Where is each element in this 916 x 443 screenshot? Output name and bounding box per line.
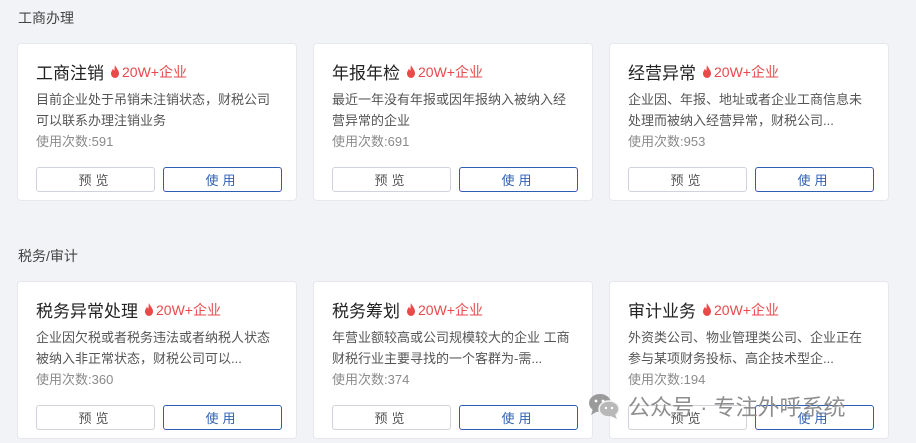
section-title-business: 工商办理: [18, 10, 74, 26]
use-button[interactable]: 使用: [163, 405, 282, 430]
card-description: 企业因欠税或者税务违法或者纳税人状态被纳入非正常状态，财税公司可以...: [36, 330, 271, 366]
wechat-icon: [589, 394, 620, 419]
card-tax-planning: 税务筹划 20W+企业 年营业额较高或公司规模较大的企业 工商财税行业主要寻找的…: [313, 281, 593, 439]
card-description: 年营业额较高或公司规模较大的企业 工商财税行业主要寻找的一个客群为-需...: [332, 330, 570, 366]
use-button[interactable]: 使用: [459, 405, 578, 430]
card-description: 企业因、年报、地址或者企业工商信息未处理而被纳入经营异常，财税公司...: [628, 92, 863, 128]
card-title: 年报年检: [332, 64, 400, 83]
card-header: 税务异常处理 20W+企业: [36, 297, 221, 322]
preview-button[interactable]: 预览: [332, 405, 451, 430]
watermark-text: 公众号 · 专注外呼系统: [628, 395, 846, 420]
card-header: 税务筹划 20W+企业: [332, 297, 483, 322]
hot-label: 20W+企业: [122, 63, 187, 80]
card-title: 税务筹划: [332, 302, 400, 321]
card-header: 审计业务 20W+企业: [628, 297, 779, 322]
hot-badge: 20W+企业: [110, 62, 187, 82]
preview-button[interactable]: 预览: [332, 167, 451, 192]
flame-icon: [703, 65, 711, 78]
card-title: 经营异常: [628, 64, 696, 83]
hot-badge: 20W+企业: [702, 300, 779, 320]
flame-icon: [407, 303, 415, 316]
section-title-tax-audit: 税务/审计: [18, 248, 78, 264]
card-business-cancellation: 工商注销 20W+企业 目前企业处于吊销未注销状态，财税公司可以联系办理注销业务…: [17, 43, 297, 201]
watermark: 公众号 · 专注外呼系统: [588, 390, 846, 422]
card-header: 工商注销 20W+企业: [36, 59, 187, 84]
flame-icon: [407, 65, 415, 78]
card-business-anomaly: 经营异常 20W+企业 企业因、年报、地址或者企业工商信息未处理而被纳入经营异常…: [609, 43, 889, 201]
usage-count: 使用次数:374: [332, 372, 410, 387]
card-title: 审计业务: [628, 302, 696, 321]
preview-button[interactable]: 预览: [628, 167, 747, 192]
usage-count: 使用次数:953: [628, 134, 706, 149]
use-button[interactable]: 使用: [755, 167, 874, 192]
card-annual-report: 年报年检 20W+企业 最近一年没有年报或因年报纳入被纳入经营异常的企业 使用次…: [313, 43, 593, 201]
flame-icon: [111, 65, 119, 78]
use-button[interactable]: 使用: [163, 167, 282, 192]
hot-label: 20W+企业: [714, 301, 779, 318]
usage-count: 使用次数:194: [628, 372, 706, 387]
card-header: 年报年检 20W+企业: [332, 59, 483, 84]
card-description: 目前企业处于吊销未注销状态，财税公司可以联系办理注销业务: [36, 92, 271, 128]
usage-count: 使用次数:691: [332, 134, 410, 149]
usage-count: 使用次数:360: [36, 372, 114, 387]
hot-label: 20W+企业: [156, 301, 221, 318]
card-header: 经营异常 20W+企业: [628, 59, 779, 84]
use-button[interactable]: 使用: [459, 167, 578, 192]
preview-button[interactable]: 预览: [36, 405, 155, 430]
card-description: 最近一年没有年报或因年报纳入被纳入经营异常的企业: [332, 92, 567, 128]
usage-count: 使用次数:591: [36, 134, 114, 149]
hot-label: 20W+企业: [714, 63, 779, 80]
card-title: 税务异常处理: [36, 302, 138, 321]
hot-badge: 20W+企业: [702, 62, 779, 82]
hot-label: 20W+企业: [418, 63, 483, 80]
card-description: 外资类公司、物业管理类公司、企业正在参与某项财务投标、高企技术型企...: [628, 330, 863, 366]
preview-button[interactable]: 预览: [36, 167, 155, 192]
flame-icon: [703, 303, 711, 316]
hot-badge: 20W+企业: [144, 300, 221, 320]
hot-badge: 20W+企业: [406, 62, 483, 82]
hot-badge: 20W+企业: [406, 300, 483, 320]
flame-icon: [145, 303, 153, 316]
card-title: 工商注销: [36, 64, 104, 83]
card-tax-anomaly: 税务异常处理 20W+企业 企业因欠税或者税务违法或者纳税人状态被纳入非正常状态…: [17, 281, 297, 439]
hot-label: 20W+企业: [418, 301, 483, 318]
